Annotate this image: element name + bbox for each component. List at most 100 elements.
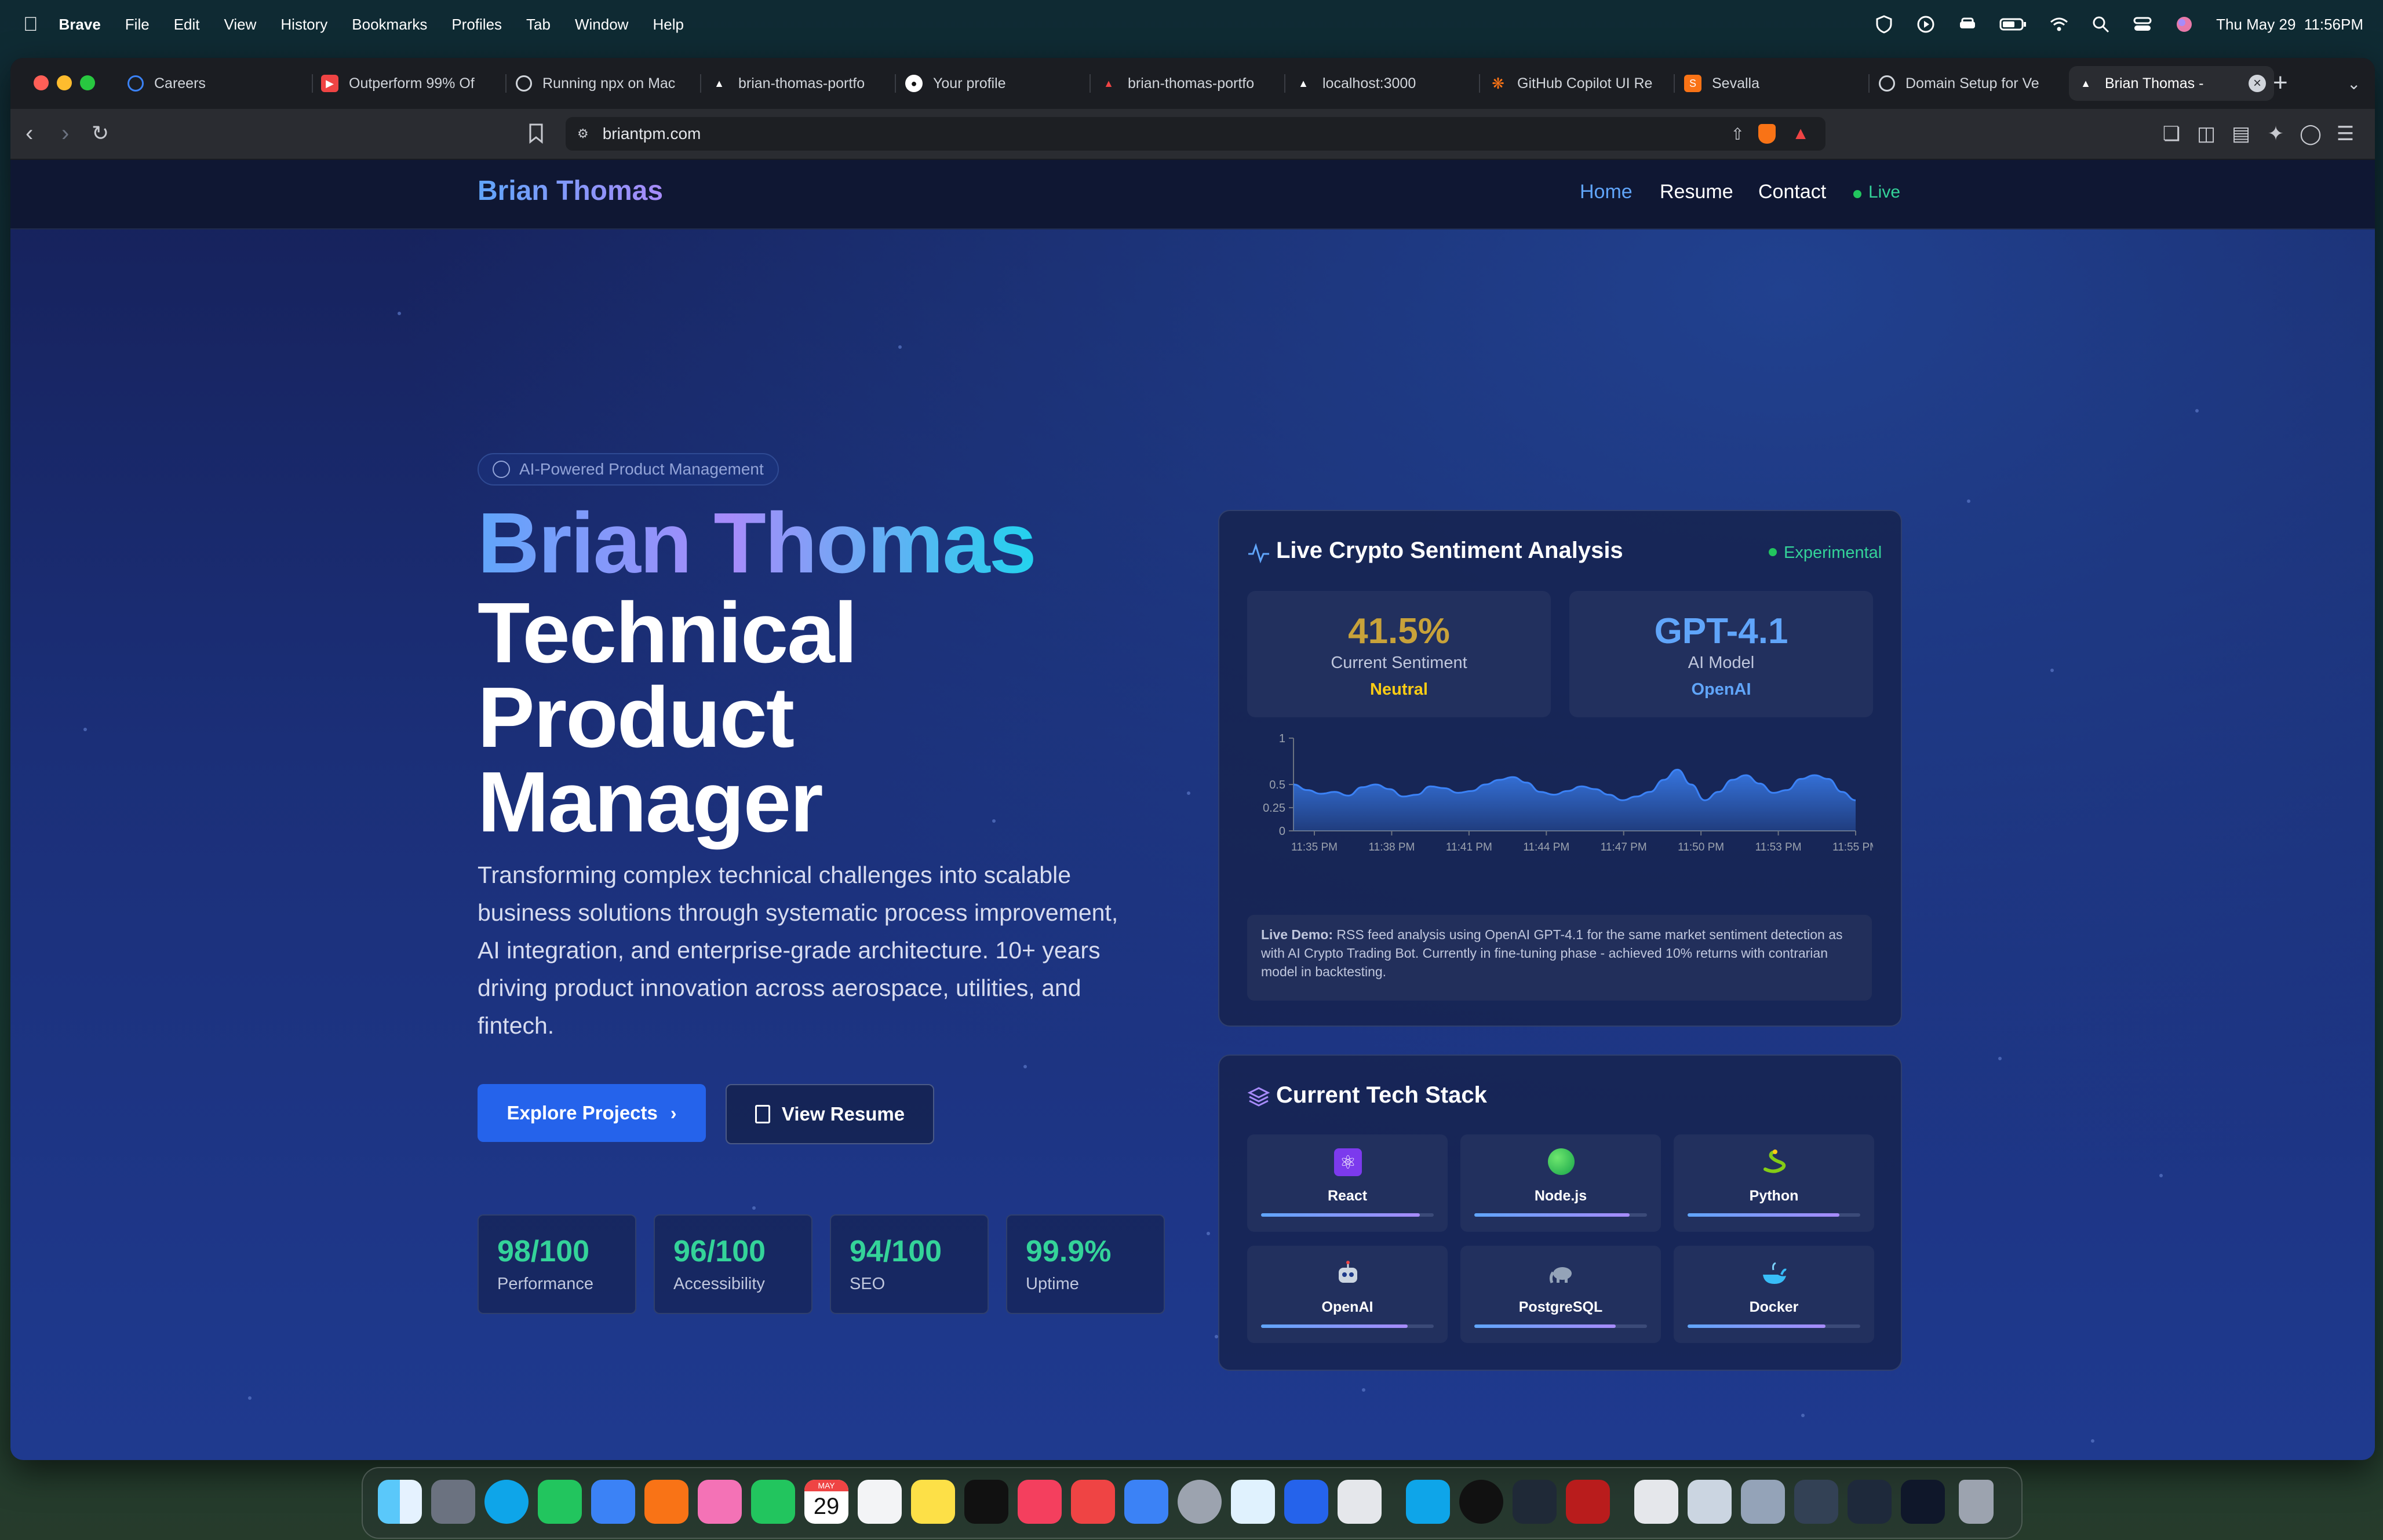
safari-icon[interactable] <box>484 1480 529 1524</box>
window-thumbnail-icon[interactable] <box>1848 1480 1892 1524</box>
address-bar[interactable]: ⚙ briantpm.com ⇧ ▲ <box>566 117 1825 151</box>
nav-contact-link[interactable]: Contact <box>1758 181 1826 203</box>
reload-icon[interactable]: ↻ <box>92 121 109 146</box>
brave-shields-icon[interactable] <box>1758 124 1776 144</box>
launchpad-icon[interactable] <box>431 1480 475 1524</box>
tab-youtube[interactable]: ▶ Outperform 99% Of <box>321 66 507 101</box>
control-center-icon[interactable] <box>2133 14 2152 34</box>
tab-list-chevron-icon[interactable]: ⌄ <box>2347 74 2360 93</box>
minimize-window-button[interactable] <box>57 75 72 90</box>
share-icon[interactable]: ⇧ <box>1731 125 1744 144</box>
tech-tile-nodejs[interactable]: Node.js <box>1460 1134 1661 1232</box>
window-thumbnail-icon[interactable] <box>1794 1480 1838 1524</box>
battery-icon[interactable] <box>1999 14 2027 34</box>
site-info-icon[interactable]: ⚙ <box>577 126 589 141</box>
y-tick-label: 1 <box>1279 732 1285 745</box>
apple-tv-icon[interactable] <box>964 1480 1008 1524</box>
vscode-icon[interactable] <box>1406 1480 1450 1524</box>
keychain-icon[interactable] <box>1231 1480 1275 1524</box>
photos-icon[interactable] <box>698 1480 742 1524</box>
view-resume-button[interactable]: View Resume <box>726 1084 934 1144</box>
vpn-icon[interactable]: ◯ <box>2300 123 2322 145</box>
car-icon[interactable] <box>1958 14 1977 34</box>
skill-bar <box>1688 1213 1860 1217</box>
notes-icon[interactable] <box>911 1480 955 1524</box>
close-tab-icon[interactable]: × <box>2249 75 2266 92</box>
reminders-icon[interactable] <box>858 1480 902 1524</box>
menu-view[interactable]: View <box>224 16 257 34</box>
calendar-icon[interactable]: MAY 29 <box>804 1480 848 1524</box>
menu-window[interactable]: Window <box>575 16 628 34</box>
messages-icon[interactable] <box>538 1480 582 1524</box>
finder-icon[interactable] <box>378 1480 422 1524</box>
tech-tile-openai[interactable]: OpenAI <box>1247 1246 1448 1343</box>
terminal-icon[interactable] <box>1513 1480 1557 1524</box>
menu-profiles[interactable]: Profiles <box>451 16 502 34</box>
siri-icon[interactable] <box>2174 14 2194 34</box>
tab-localhost[interactable]: ▲ localhost:3000 <box>1295 66 1480 101</box>
apple-menu-icon[interactable]:  <box>23 13 38 36</box>
system-settings-icon[interactable] <box>1178 1480 1222 1524</box>
word-icon[interactable] <box>1284 1480 1328 1524</box>
window-thumbnail-icon[interactable] <box>1688 1480 1732 1524</box>
dictionary-icon[interactable] <box>1566 1480 1610 1524</box>
tab-vercel-portfolio-1[interactable]: ▲ brian-thomas-portfo <box>710 66 896 101</box>
music-icon[interactable] <box>1018 1480 1062 1524</box>
documents-icon[interactable] <box>1634 1480 1678 1524</box>
sidebar-icon[interactable]: ◫ <box>2195 123 2217 145</box>
tech-tile-docker[interactable]: Docker <box>1674 1246 1874 1343</box>
extensions-icon[interactable]: ❏ <box>2160 123 2182 145</box>
close-window-button[interactable] <box>34 75 49 90</box>
spotlight-search-icon[interactable] <box>2091 14 2111 34</box>
wifi-icon[interactable] <box>2049 14 2069 34</box>
window-thumbnail-icon[interactable] <box>1901 1480 1945 1524</box>
url-text[interactable]: briantpm.com <box>603 125 701 143</box>
menu-file[interactable]: File <box>125 16 150 34</box>
app-store-icon[interactable] <box>1124 1480 1168 1524</box>
brave-icon[interactable] <box>644 1480 688 1524</box>
site-brand-logo[interactable]: Brian Thomas <box>478 175 663 207</box>
explore-projects-button[interactable]: Explore Projects › <box>478 1084 706 1142</box>
site-navbar: Brian Thomas Home Resume Contact Live <box>10 160 2375 229</box>
tab-domain-setup[interactable]: Domain Setup for Ve <box>1879 66 2064 101</box>
preview-icon[interactable] <box>1338 1480 1382 1524</box>
live-status-label: Live <box>1868 183 1901 202</box>
back-icon[interactable]: ‹ <box>25 121 33 146</box>
wallet-icon[interactable]: ▤ <box>2230 123 2252 145</box>
tech-tile-python[interactable]: Python <box>1674 1134 1874 1232</box>
menu-history[interactable]: History <box>280 16 327 34</box>
tech-tile-postgresql[interactable]: PostgreSQL <box>1460 1246 1661 1343</box>
bookmark-icon[interactable] <box>525 123 547 145</box>
tab-sevalla[interactable]: S Sevalla <box>1684 66 1870 101</box>
nav-resume-link[interactable]: Resume <box>1660 181 1733 203</box>
menu-help[interactable]: Help <box>653 16 683 34</box>
brave-rewards-icon[interactable]: ▲ <box>1792 124 1809 144</box>
shield-status-icon[interactable] <box>1874 14 1894 34</box>
new-tab-icon[interactable]: + <box>2273 68 2288 97</box>
menubar-clock[interactable]: Thu May 29 11:56PM <box>2216 16 2363 34</box>
menu-edit[interactable]: Edit <box>174 16 200 34</box>
nav-home-link[interactable]: Home <box>1580 181 1633 203</box>
tab-github-profile[interactable]: ● Your profile <box>905 66 1091 101</box>
tab-careers[interactable]: Careers <box>127 66 313 101</box>
news-icon[interactable] <box>1071 1480 1115 1524</box>
forward-icon[interactable]: › <box>61 121 69 146</box>
menu-tab[interactable]: Tab <box>526 16 551 34</box>
play-circle-icon[interactable] <box>1916 14 1936 34</box>
menu-bookmarks[interactable]: Bookmarks <box>352 16 427 34</box>
mail-icon[interactable] <box>591 1480 635 1524</box>
tech-tile-react[interactable]: ⚛ React <box>1247 1134 1448 1232</box>
window-thumbnail-icon[interactable] <box>1741 1480 1785 1524</box>
tab-copilot-ui[interactable]: ❋ GitHub Copilot UI Re <box>1489 66 1675 101</box>
trash-icon[interactable] <box>1959 1480 1994 1524</box>
tab-vercel-portfolio-2[interactable]: ▲ brian-thomas-portfo <box>1100 66 1285 101</box>
maximize-window-button[interactable] <box>80 75 95 90</box>
menu-app-name[interactable]: Brave <box>59 16 101 34</box>
tab-chatgpt-npx[interactable]: Running npx on Mac <box>516 66 701 101</box>
menu-icon[interactable]: ☰ <box>2334 123 2356 145</box>
calendar-day: 29 <box>813 1494 840 1519</box>
github-desktop-icon[interactable] <box>1459 1480 1503 1524</box>
facetime-icon[interactable] <box>751 1480 795 1524</box>
tab-brian-thomas-active[interactable]: ▲ Brian Thomas - × <box>2069 66 2274 101</box>
leo-ai-icon[interactable]: ✦ <box>2265 123 2287 145</box>
